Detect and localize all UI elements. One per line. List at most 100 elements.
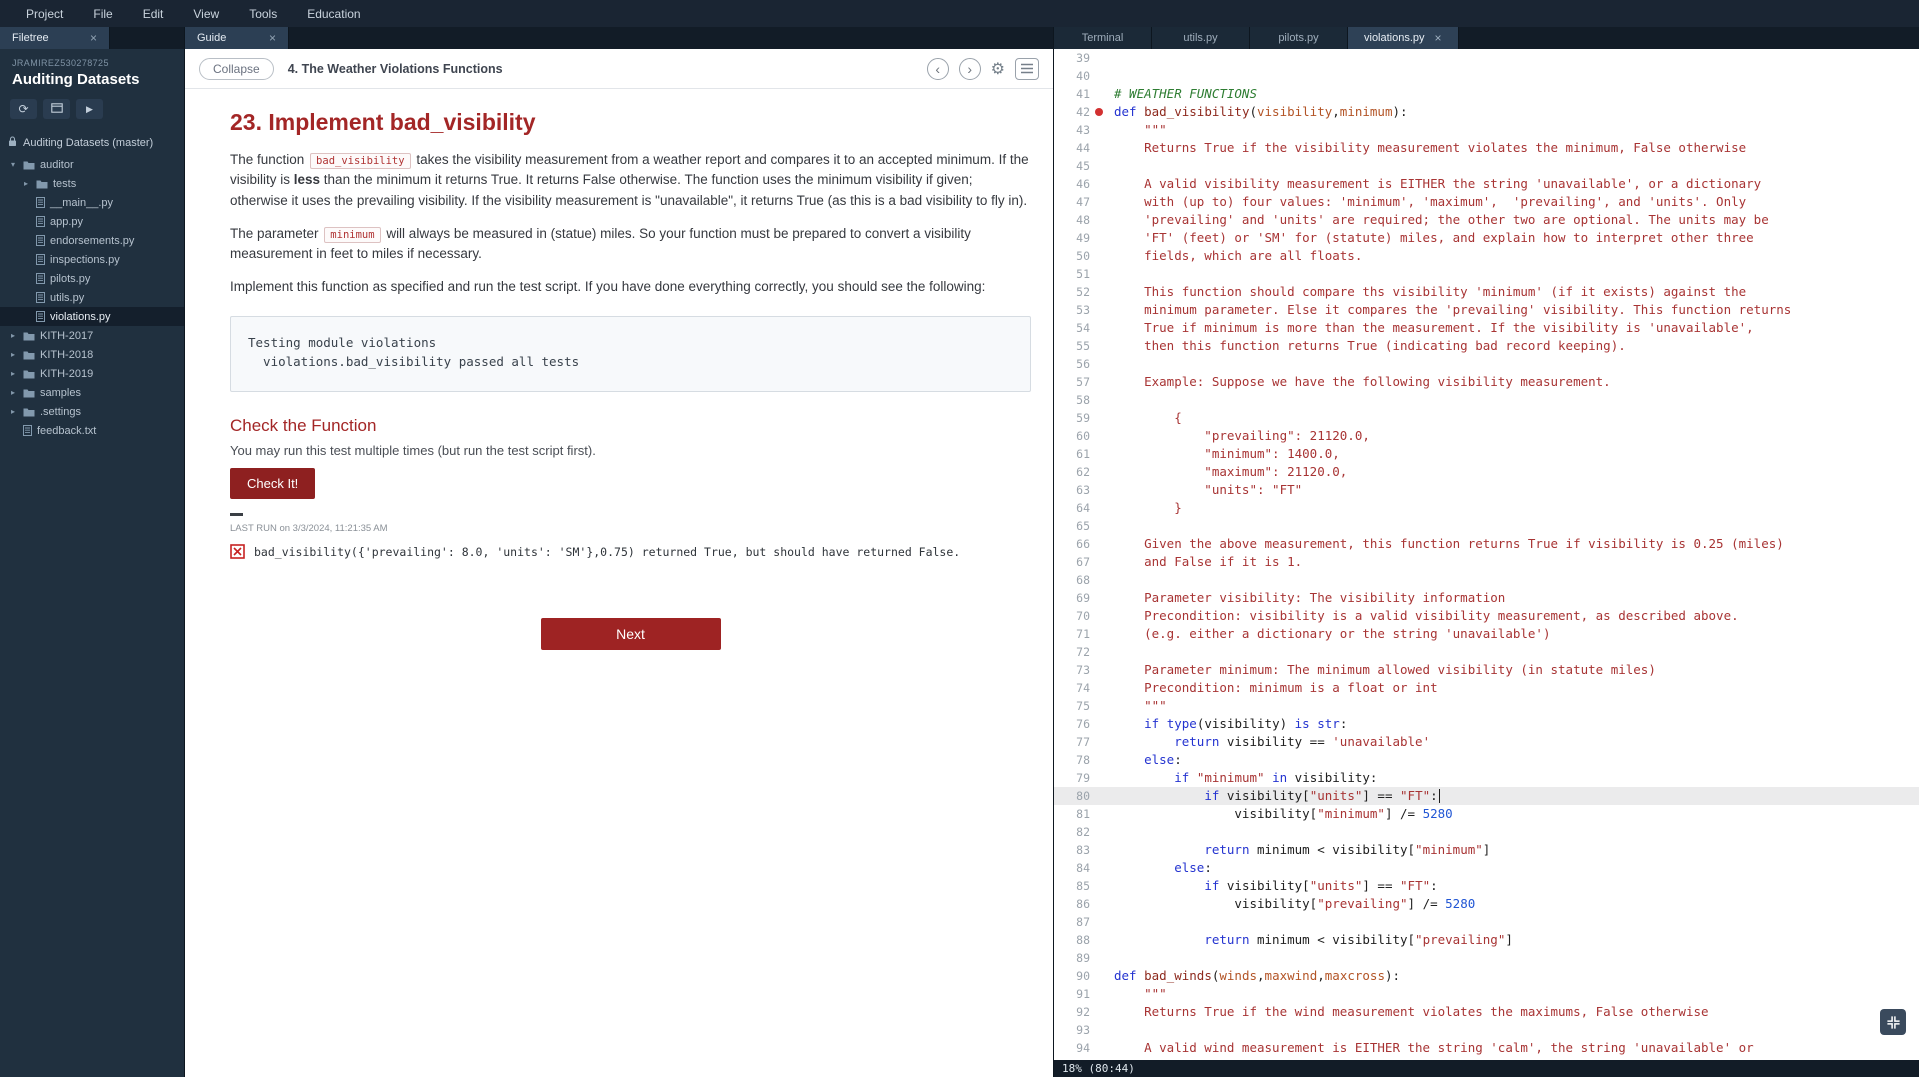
gutter-line-number[interactable]: 94 [1054, 1039, 1100, 1057]
editor-line[interactable]: 47 with (up to) four values: 'minimum', … [1054, 193, 1919, 211]
editor-line[interactable]: 43 """ [1054, 121, 1919, 139]
editor-line[interactable]: 40 [1054, 67, 1919, 85]
editor-line[interactable]: 41# WEATHER FUNCTIONS [1054, 85, 1919, 103]
gutter-line-number[interactable]: 43 [1054, 121, 1100, 139]
gutter-line-number[interactable]: 70 [1054, 607, 1100, 625]
editor-line[interactable]: 80 if visibility["units"] == "FT": [1054, 787, 1919, 805]
gutter-line-number[interactable]: 46 [1054, 175, 1100, 193]
gutter-line-number[interactable]: 53 [1054, 301, 1100, 319]
editor-line[interactable]: 81 visibility["minimum"] /= 5280 [1054, 805, 1919, 823]
editor-line[interactable]: 68 [1054, 571, 1919, 589]
collapse-button[interactable]: Collapse [199, 58, 274, 80]
editor-line[interactable]: 65 [1054, 517, 1919, 535]
gutter-line-number[interactable]: 89 [1054, 949, 1100, 967]
editor-line[interactable]: 91 """ [1054, 985, 1919, 1003]
gutter-line-number[interactable]: 47 [1054, 193, 1100, 211]
gutter-line-number[interactable]: 56 [1054, 355, 1100, 373]
menu-item-edit[interactable]: Edit [143, 7, 164, 21]
gutter-line-number[interactable]: 77 [1054, 733, 1100, 751]
editor-line[interactable]: 76 if type(visibility) is str: [1054, 715, 1919, 733]
editor-line[interactable]: 66 Given the above measurement, this fun… [1054, 535, 1919, 553]
editor-line[interactable]: 88 return minimum < visibility["prevaili… [1054, 931, 1919, 949]
tab-violations-py[interactable]: violations.py× [1348, 27, 1459, 49]
editor-line[interactable]: 83 return minimum < visibility["minimum"… [1054, 841, 1919, 859]
gutter-line-number[interactable]: 73 [1054, 661, 1100, 679]
tab-guide[interactable]: Guide × [185, 27, 289, 49]
menu-item-tools[interactable]: Tools [249, 7, 277, 21]
editor-line[interactable]: 49 'FT' (feet) or 'SM' for (statute) mil… [1054, 229, 1919, 247]
close-icon[interactable]: × [269, 32, 276, 44]
gutter-line-number[interactable]: 78 [1054, 751, 1100, 769]
gutter-line-number[interactable]: 52 [1054, 283, 1100, 301]
gutter-line-number[interactable]: 61 [1054, 445, 1100, 463]
close-icon[interactable]: × [1435, 31, 1442, 45]
gutter-line-number[interactable]: 68 [1054, 571, 1100, 589]
editor-line[interactable]: 93 [1054, 1021, 1919, 1039]
gutter-line-number[interactable]: 69 [1054, 589, 1100, 607]
editor-line[interactable]: 69 Parameter visibility: The visibility … [1054, 589, 1919, 607]
gutter-line-number[interactable]: 84 [1054, 859, 1100, 877]
filetree-item-auditor[interactable]: ▾auditor [0, 155, 184, 174]
gutter-line-number[interactable]: 81 [1054, 805, 1100, 823]
gutter-line-number[interactable]: 79 [1054, 769, 1100, 787]
editor-line[interactable]: 90def bad_winds(winds,maxwind,maxcross): [1054, 967, 1919, 985]
gutter-line-number[interactable]: 71 [1054, 625, 1100, 643]
gutter-line-number[interactable]: 51 [1054, 265, 1100, 283]
previous-page-button[interactable]: ‹ [927, 58, 949, 80]
settings-button[interactable]: ⚙ [991, 59, 1005, 79]
menu-item-education[interactable]: Education [307, 7, 360, 21]
gutter-line-number[interactable]: 60 [1054, 427, 1100, 445]
tab-terminal[interactable]: Terminal [1054, 27, 1152, 49]
gutter-line-number[interactable]: 74 [1054, 679, 1100, 697]
gutter-line-number[interactable]: 64 [1054, 499, 1100, 517]
gutter-line-number[interactable]: 80 [1054, 787, 1100, 805]
editor-line[interactable]: 87 [1054, 913, 1919, 931]
editor-line[interactable]: 78 else: [1054, 751, 1919, 769]
editor-line[interactable]: 71 (e.g. either a dictionary or the stri… [1054, 625, 1919, 643]
editor-line[interactable]: 75 """ [1054, 697, 1919, 715]
editor-line[interactable]: 56 [1054, 355, 1919, 373]
editor-line[interactable]: 59 { [1054, 409, 1919, 427]
gutter-line-number[interactable]: 42 [1054, 103, 1100, 121]
gutter-line-number[interactable]: 57 [1054, 373, 1100, 391]
editor-line[interactable]: 67 and False if it is 1. [1054, 553, 1919, 571]
gutter-line-number[interactable]: 58 [1054, 391, 1100, 409]
editor-line[interactable]: 58 [1054, 391, 1919, 409]
filetree-item-KITH-2017[interactable]: ▸KITH-2017 [0, 326, 184, 345]
gutter-line-number[interactable]: 82 [1054, 823, 1100, 841]
editor-line[interactable]: 73 Parameter minimum: The minimum allowe… [1054, 661, 1919, 679]
editor-line[interactable]: 54 True if minimum is more than the meas… [1054, 319, 1919, 337]
refresh-button[interactable]: ⟳ [10, 99, 37, 119]
menu-item-view[interactable]: View [193, 7, 219, 21]
tab-utils-py[interactable]: utils.py [1152, 27, 1250, 49]
filetree-item-__main__.py[interactable]: __main__.py [0, 193, 184, 212]
editor-line[interactable]: 60 "prevailing": 21120.0, [1054, 427, 1919, 445]
gutter-line-number[interactable]: 88 [1054, 931, 1100, 949]
gutter-line-number[interactable]: 75 [1054, 697, 1100, 715]
editor-line[interactable]: 53 minimum parameter. Else it compares t… [1054, 301, 1919, 319]
editor-line[interactable]: 52 This function should compare ths visi… [1054, 283, 1919, 301]
close-icon[interactable]: × [90, 32, 97, 44]
filetree-item-pilots.py[interactable]: pilots.py [0, 269, 184, 288]
repo-root-row[interactable]: Auditing Datasets (master) [0, 129, 184, 155]
filetree-item-feedback.txt[interactable]: feedback.txt [0, 421, 184, 440]
check-it-button[interactable]: Check It! [230, 468, 315, 499]
tab-filetree[interactable]: Filetree × [0, 27, 110, 49]
filetree-item-utils.py[interactable]: utils.py [0, 288, 184, 307]
editor-line[interactable]: 50 fields, which are all floats. [1054, 247, 1919, 265]
editor-line[interactable]: 44 Returns True if the visibility measur… [1054, 139, 1919, 157]
editor-line[interactable]: 63 "units": "FT" [1054, 481, 1919, 499]
menu-item-file[interactable]: File [93, 7, 112, 21]
gutter-line-number[interactable]: 65 [1054, 517, 1100, 535]
gutter-line-number[interactable]: 54 [1054, 319, 1100, 337]
editor-body[interactable]: 394041# WEATHER FUNCTIONS42def bad_visib… [1054, 49, 1919, 1060]
editor-line[interactable]: 57 Example: Suppose we have the followin… [1054, 373, 1919, 391]
editor-line[interactable]: 82 [1054, 823, 1919, 841]
gutter-line-number[interactable]: 44 [1054, 139, 1100, 157]
gutter-line-number[interactable]: 48 [1054, 211, 1100, 229]
filetree-item-inspections.py[interactable]: inspections.py [0, 250, 184, 269]
filetree-item-app.py[interactable]: app.py [0, 212, 184, 231]
gutter-line-number[interactable]: 87 [1054, 913, 1100, 931]
gutter-line-number[interactable]: 59 [1054, 409, 1100, 427]
editor-line[interactable]: 79 if "minimum" in visibility: [1054, 769, 1919, 787]
